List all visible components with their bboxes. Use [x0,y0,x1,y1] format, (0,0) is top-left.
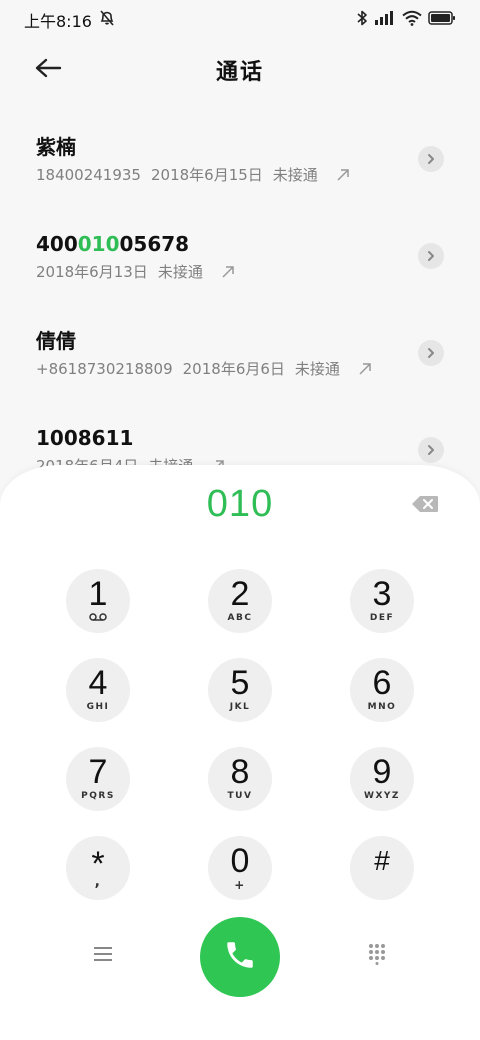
dialpad-icon [367,943,387,969]
call-status: 未接通 [272,166,318,184]
key-0[interactable]: 0 + [208,836,272,900]
chevron-right-icon [426,344,436,363]
dialer-panel: 010 1 2 ABC 3 DEF 4 GHI 5 JKL 6 MNO 7 PQ… [0,465,480,1040]
key-5[interactable]: 5 JKL [208,658,272,722]
backspace-button[interactable] [410,495,440,517]
dial-input-display[interactable]: 010 [0,483,480,526]
chevron-right-icon [426,441,436,460]
key-letters: MNO [367,702,397,712]
dialer-bottom-bar [0,917,480,997]
call-date: 2018年6月15日 [150,166,263,184]
key-letters: JKL [229,702,251,712]
call-status: 未接通 [294,360,340,378]
call-details: 18400241935 2018年6月15日 未接通 [36,164,444,185]
key-digit: 6 [372,664,392,702]
status-bar: 上午8:16 [0,0,480,40]
menu-button[interactable] [88,941,118,971]
voicemail-icon [88,612,108,624]
status-left: 上午8:16 [24,8,116,32]
key-7[interactable]: 7 PQRS [66,747,130,811]
call-detail-button[interactable] [418,243,444,269]
key-3[interactable]: 3 DEF [350,569,414,633]
wifi-icon [402,10,422,30]
bluetooth-icon [356,9,368,31]
key-4[interactable]: 4 GHI [66,658,130,722]
key-digit: # [374,845,390,876]
key-1[interactable]: 1 [66,569,130,633]
back-arrow-icon [34,57,62,83]
key-letters: ABC [227,613,253,623]
key-digit: 7 [88,753,108,791]
keypad-toggle-button[interactable] [362,941,392,971]
key-2[interactable]: 2 ABC [208,569,272,633]
key-8[interactable]: 8 TUV [208,747,272,811]
key-hash[interactable]: # [350,836,414,900]
call-number: +8618730218809 [36,359,173,378]
call-name-part: 400 [36,232,78,256]
keypad: 1 2 ABC 3 DEF 4 GHI 5 JKL 6 MNO 7 PQRS 8… [66,569,416,900]
phone-icon [223,938,257,976]
status-time: 上午8:16 [24,12,92,31]
key-digit: 1 [88,575,108,613]
call-name: 40001005678 [36,229,444,259]
call-detail-button[interactable] [418,146,444,172]
key-9[interactable]: 9 WXYZ [350,747,414,811]
call-name-part: 05678 [119,232,190,256]
call-name-part: 紫楠 [36,135,76,159]
key-letters: PQRS [81,791,115,801]
header: 通话 [0,42,480,98]
key-letters: , [94,874,102,890]
call-item[interactable]: 40001005678 2018年6月13日 未接通 [0,207,480,304]
key-digit: 3 [372,575,392,613]
outgoing-arrow-icon [358,362,372,376]
call-history-list: 紫楠 18400241935 2018年6月15日 未接通 4000100567… [0,110,480,498]
outgoing-arrow-icon [221,265,235,279]
key-digit: 9 [372,753,392,791]
menu-icon [93,946,113,966]
battery-icon [428,10,456,30]
page-title: 通话 [215,60,264,85]
key-letters: TUV [227,791,253,801]
call-date: 2018年6月6日 [182,360,285,378]
call-button[interactable] [200,917,280,997]
chevron-right-icon [426,150,436,169]
key-digit: 5 [230,664,250,702]
call-name: 紫楠 [36,132,444,162]
call-item[interactable]: 紫楠 18400241935 2018年6月15日 未接通 [0,110,480,207]
outgoing-arrow-icon [336,168,350,182]
call-status: 未接通 [157,263,203,281]
key-digit: 0 [230,842,250,880]
key-letters: + [234,878,246,892]
call-name: 倩倩 [36,326,444,356]
call-name-match: 010 [77,232,120,256]
call-detail-button[interactable] [418,340,444,366]
key-6[interactable]: 6 MNO [350,658,414,722]
call-details: +8618730218809 2018年6月6日 未接通 [36,358,444,379]
call-detail-button[interactable] [418,437,444,463]
call-name-part: 1008611 [36,426,134,450]
call-name-part: 倩倩 [36,329,76,353]
signal-icon [374,10,396,30]
call-details: 2018年6月13日 未接通 [36,261,444,282]
key-digit: 2 [230,575,250,613]
key-letters: WXYZ [364,791,400,801]
call-number: 18400241935 [36,165,141,184]
call-date: 2018年6月13日 [36,263,148,281]
key-star[interactable]: * , [66,836,130,900]
key-digit: 4 [88,664,108,702]
mute-icon [98,9,116,31]
key-letters: DEF [369,613,395,623]
chevron-right-icon [426,247,436,266]
call-item[interactable]: 倩倩 +8618730218809 2018年6月6日 未接通 [0,304,480,401]
back-button[interactable] [30,52,66,88]
status-right [356,9,456,31]
key-digit: 8 [230,753,250,791]
backspace-icon [411,495,439,517]
call-name: 1008611 [36,423,444,453]
key-letters: GHI [86,702,110,712]
